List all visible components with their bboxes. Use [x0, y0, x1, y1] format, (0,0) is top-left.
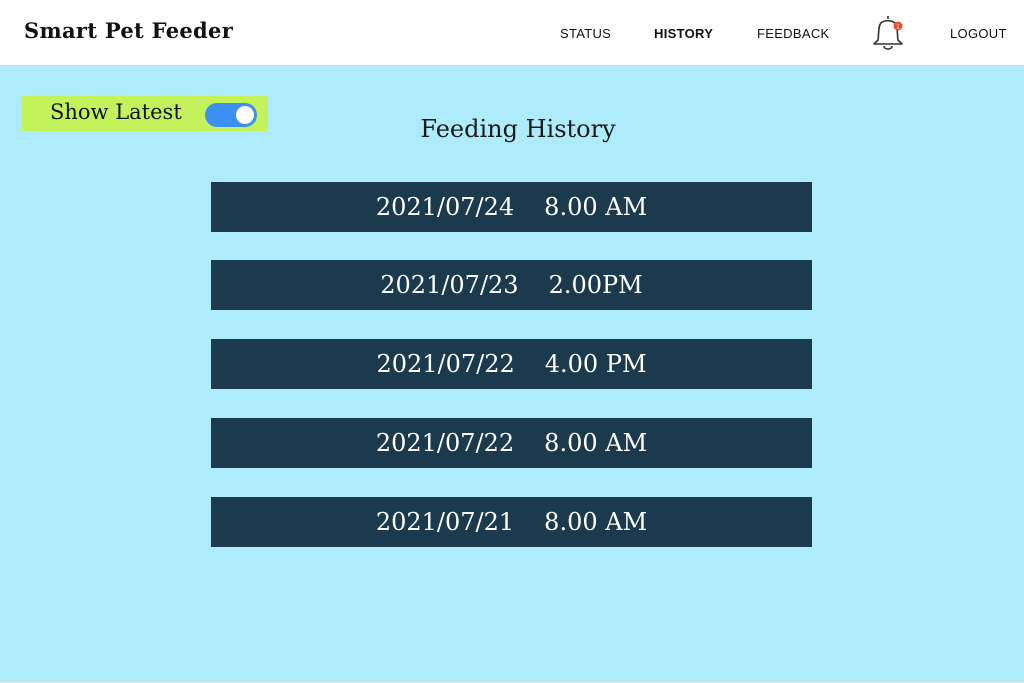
history-time: 8.00 AM — [544, 193, 648, 221]
top-nav-bar: Smart Pet Feeder STATUS HISTORY FEEDBACK… — [0, 0, 1024, 65]
history-date: 2021/07/23 — [380, 271, 519, 299]
history-row[interactable]: 2021/07/22 4.00 PM — [211, 339, 812, 389]
nav-feedback[interactable]: FEEDBACK — [757, 26, 829, 41]
history-date: 2021/07/21 — [375, 508, 515, 536]
bell-icon: 1 — [873, 16, 903, 50]
history-row[interactable]: 2021/07/23 2.00PM — [211, 260, 812, 310]
page-title: Feeding History — [420, 115, 616, 143]
nav-status[interactable]: STATUS — [560, 26, 611, 41]
history-row[interactable]: 2021/07/21 8.00 AM — [211, 497, 812, 547]
history-row[interactable]: 2021/07/22 8.00 AM — [211, 418, 812, 468]
history-date: 2021/07/24 — [375, 193, 515, 221]
nav-history[interactable]: HISTORY — [654, 26, 713, 41]
history-row[interactable]: 2021/07/24 8.00 AM — [211, 182, 812, 232]
history-time: 8.00 AM — [544, 429, 648, 457]
history-time: 8.00 AM — [544, 508, 648, 536]
nav-logout[interactable]: LOGOUT — [950, 26, 1007, 41]
history-date: 2021/07/22 — [375, 429, 515, 457]
notifications-button[interactable]: 1 — [868, 12, 908, 54]
app-brand[interactable]: Smart Pet Feeder — [24, 18, 233, 43]
history-time: 4.00 PM — [544, 350, 647, 378]
history-time: 2.00PM — [548, 271, 643, 299]
main-content: Show Latest Feeding History 2021/07/24 8… — [0, 65, 1024, 683]
history-date: 2021/07/22 — [376, 350, 515, 378]
